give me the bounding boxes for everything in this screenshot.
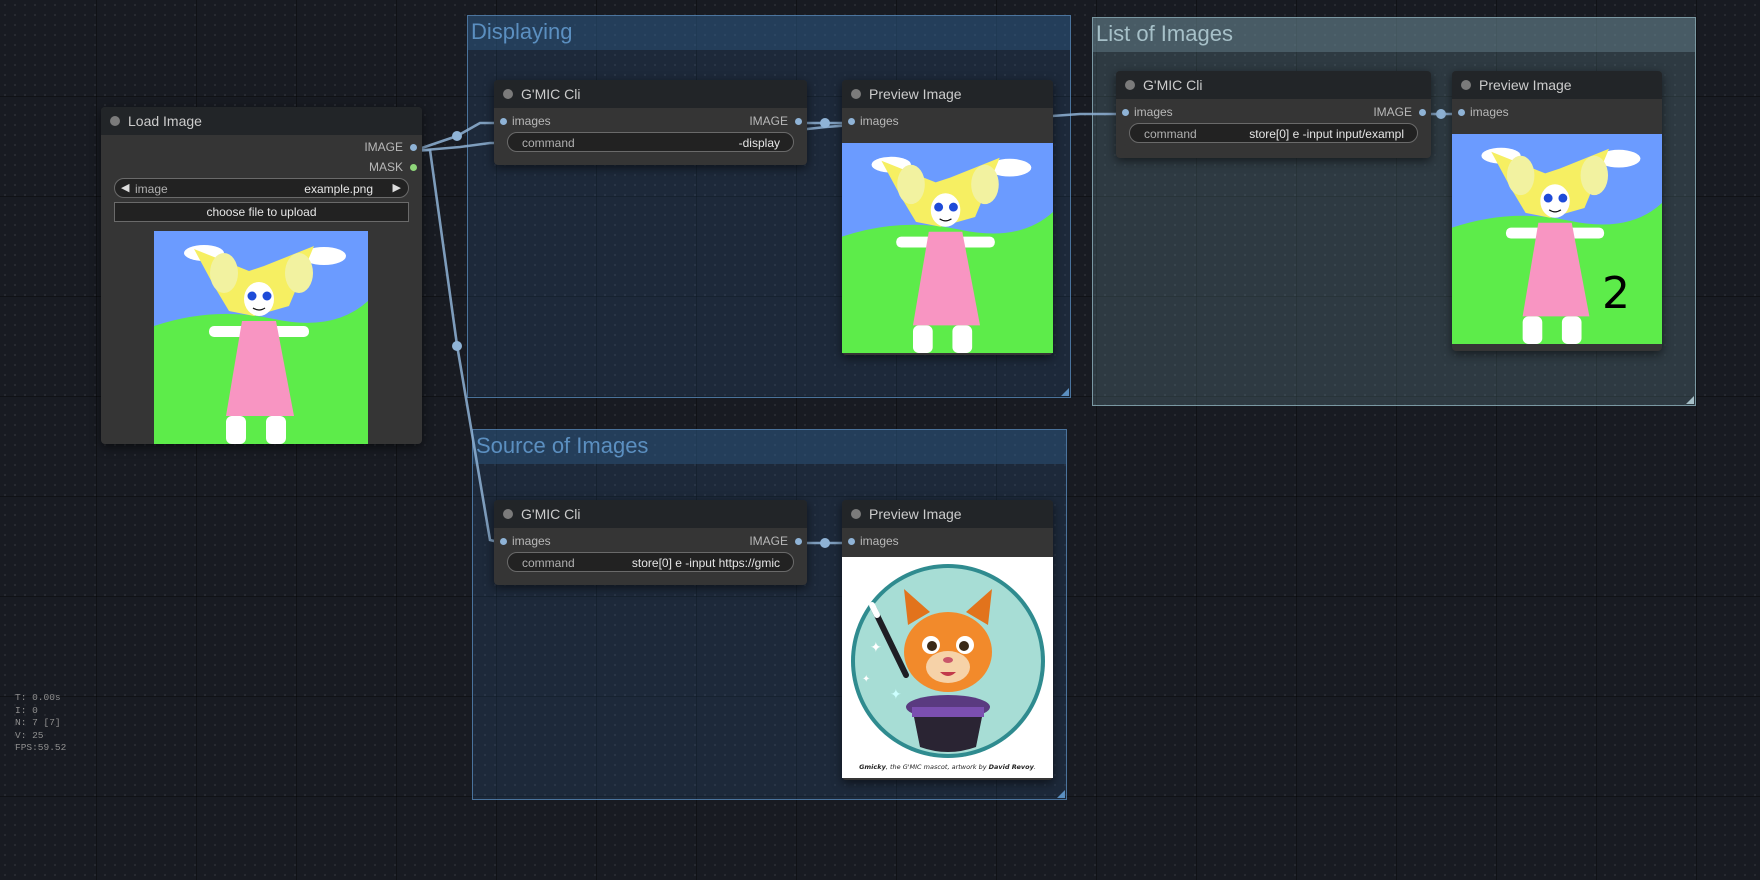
widget-label: command	[522, 556, 575, 570]
output-connector[interactable]	[410, 144, 417, 151]
caption-artist: David Revoy	[988, 763, 1034, 771]
command-field[interactable]: command store[0] e -input https://gmic	[507, 552, 794, 572]
mascot-image: ✦ ✦ ✦ Gmicky, the G'MIC mascot, artwork …	[842, 557, 1053, 778]
group-title-list-of-images: List of Images	[1096, 21, 1233, 46]
node-header[interactable]: G'MIC Cli	[1116, 71, 1431, 99]
caption-name: Gmicky	[859, 763, 886, 771]
widget-value: store[0] e -input https://gmic	[631, 556, 780, 570]
input-connector[interactable]	[1458, 109, 1465, 116]
node-title: Preview Image	[869, 86, 962, 102]
batch-count-label: 2	[1602, 268, 1630, 319]
input-connector[interactable]	[1122, 109, 1129, 116]
command-field[interactable]: command store[0] e -input input/exampl	[1129, 123, 1418, 143]
widget-label: image	[135, 182, 168, 196]
node-title: G'MIC Cli	[1143, 77, 1203, 93]
widget-value: store[0] e -input input/exampl	[1249, 127, 1404, 141]
input-connector[interactable]	[848, 538, 855, 545]
arrow-left-icon[interactable]: ◀	[121, 181, 129, 194]
input-slot-images: images	[860, 534, 899, 548]
group-resize-handle[interactable]	[1057, 790, 1065, 798]
svg-text:✦: ✦	[862, 674, 870, 685]
node-title: Load Image	[128, 113, 202, 129]
output-connector[interactable]	[410, 164, 417, 171]
reroute-dot	[452, 341, 462, 351]
output-slot-image: IMAGE	[749, 534, 788, 548]
render-stats: T: 0.00s I: 0 N: 7 [7] V: 25 FPS:59.52	[15, 692, 66, 755]
loaded-image	[154, 231, 368, 444]
stat-fps: FPS:59.52	[15, 742, 67, 753]
node-header[interactable]: Preview Image	[842, 80, 1053, 108]
input-slot-images: images	[1470, 105, 1509, 119]
mascot-illustration: ✦ ✦ ✦	[851, 564, 1045, 758]
node-gmic-cli-display[interactable]: G'MIC Cli images IMAGE command -display	[494, 80, 807, 165]
node-preview-image-source[interactable]: Preview Image images ✦ ✦ ✦ Gmicky, the G…	[842, 500, 1053, 780]
collapse-dot-icon[interactable]	[851, 89, 861, 99]
output-slot-image: IMAGE	[1373, 105, 1412, 119]
stat-time: T: 0.00s	[15, 692, 61, 703]
output-slot-image: IMAGE	[749, 114, 788, 128]
output-connector[interactable]	[795, 538, 802, 545]
stat-visible: V: 25	[15, 729, 44, 741]
svg-text:✦: ✦	[870, 640, 882, 656]
widget-label: command	[522, 136, 575, 150]
node-gmic-cli-list[interactable]: G'MIC Cli images IMAGE command store[0] …	[1116, 71, 1431, 158]
preview-image	[842, 143, 1053, 353]
node-gmic-cli-source[interactable]: G'MIC Cli images IMAGE command store[0] …	[494, 500, 807, 585]
node-header[interactable]: Preview Image	[842, 500, 1053, 528]
input-connector[interactable]	[500, 118, 507, 125]
node-header[interactable]: G'MIC Cli	[494, 80, 807, 108]
group-resize-handle[interactable]	[1061, 388, 1069, 396]
input-slot-images: images	[1134, 105, 1173, 119]
node-header[interactable]: Load Image	[101, 107, 422, 135]
widget-label: command	[1144, 127, 1197, 141]
output-slot-image: IMAGE	[364, 140, 403, 154]
input-slot-images: images	[512, 114, 551, 128]
caption-middle: , the G'MIC mascot, artwork by	[885, 763, 989, 771]
command-field[interactable]: command -display	[507, 132, 794, 152]
output-slot-mask: MASK	[368, 160, 403, 174]
collapse-dot-icon[interactable]	[851, 509, 861, 519]
collapse-dot-icon[interactable]	[503, 89, 513, 99]
preview-image: 2	[1452, 134, 1662, 344]
node-title: Preview Image	[1479, 77, 1572, 93]
input-slot-images: images	[860, 114, 899, 128]
input-slot-images: images	[512, 534, 551, 548]
node-header[interactable]: G'MIC Cli	[494, 500, 807, 528]
output-connector[interactable]	[795, 118, 802, 125]
stat-nodes: N: 7 [7]	[15, 717, 61, 728]
node-load-image[interactable]: Load Image IMAGE MASK ◀ image example.pn…	[101, 107, 422, 444]
output-connector[interactable]	[1419, 109, 1426, 116]
group-title-displaying: Displaying	[471, 19, 573, 44]
collapse-dot-icon[interactable]	[1125, 80, 1135, 90]
girl-drawing	[842, 143, 1053, 353]
girl-drawing	[154, 231, 368, 444]
collapse-dot-icon[interactable]	[110, 116, 120, 126]
group-resize-handle[interactable]	[1686, 396, 1694, 404]
group-title-source-of-images: Source of Images	[476, 433, 649, 458]
upload-button[interactable]: choose file to upload	[114, 202, 409, 222]
node-title: G'MIC Cli	[521, 506, 581, 522]
node-preview-image-display[interactable]: Preview Image images	[842, 80, 1053, 355]
image-combo-widget[interactable]: ◀ image example.png ▶	[114, 178, 409, 198]
input-connector[interactable]	[500, 538, 507, 545]
svg-text:✦: ✦	[890, 687, 902, 703]
girl-drawing	[1452, 134, 1662, 344]
arrow-right-icon[interactable]: ▶	[393, 181, 401, 194]
input-connector[interactable]	[848, 118, 855, 125]
collapse-dot-icon[interactable]	[503, 509, 513, 519]
stat-iterations: I: 0	[15, 704, 38, 716]
collapse-dot-icon[interactable]	[1461, 80, 1471, 90]
reroute-dot	[452, 131, 462, 141]
widget-value: example.png	[304, 182, 373, 196]
node-preview-image-list[interactable]: Preview Image images 2	[1452, 71, 1662, 351]
mascot-caption: Gmicky, the G'MIC mascot, artwork by Dav…	[859, 763, 1036, 771]
node-header[interactable]: Preview Image	[1452, 71, 1662, 99]
widget-value: -display	[738, 136, 780, 150]
node-title: Preview Image	[869, 506, 962, 522]
node-title: G'MIC Cli	[521, 86, 581, 102]
